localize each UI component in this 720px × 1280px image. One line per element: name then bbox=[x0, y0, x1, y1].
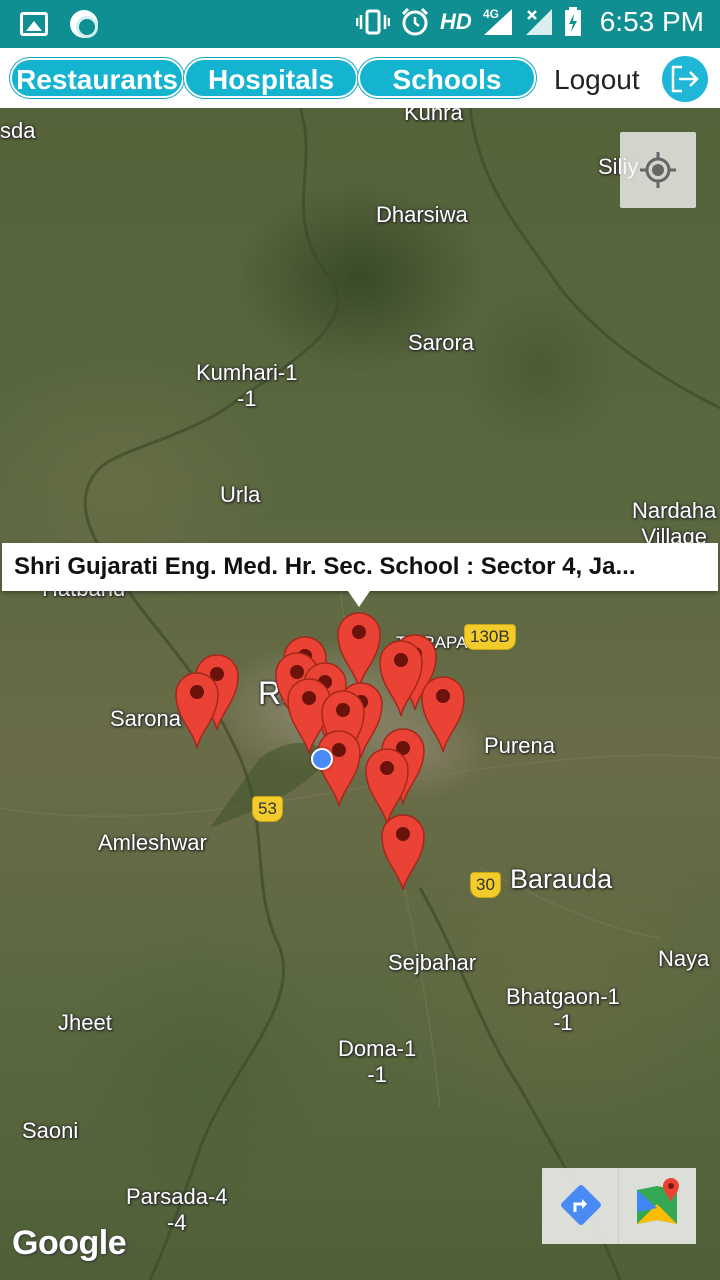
map-pin-icon[interactable] bbox=[420, 674, 466, 754]
road-shield: 30 bbox=[470, 872, 501, 898]
circle-app-icon bbox=[70, 10, 98, 38]
top-toolbar: Restaurants Hospitals Schools Logout bbox=[0, 48, 720, 108]
place-label: Bhatgaon-1 -1 bbox=[506, 984, 620, 1035]
map-pin-icon[interactable] bbox=[378, 638, 424, 718]
road-shield: 130B bbox=[464, 624, 516, 650]
map-pin-icon[interactable] bbox=[380, 812, 426, 892]
marker-info-window[interactable]: Shri Gujarati Eng. Med. Hr. Sec. School … bbox=[2, 543, 718, 591]
place-label: Amleshwar bbox=[98, 830, 207, 855]
tab-hospitals[interactable]: Hospitals bbox=[184, 58, 358, 98]
user-location-dot bbox=[311, 748, 333, 770]
tab-schools[interactable]: Schools bbox=[358, 58, 536, 98]
gallery-icon bbox=[20, 12, 48, 36]
my-location-button[interactable] bbox=[620, 132, 696, 208]
vibrate-icon bbox=[355, 9, 390, 35]
place-label: Kumhari-1 -1 bbox=[196, 360, 298, 411]
place-label: Parsada-4 -4 bbox=[126, 1184, 228, 1235]
map-toolbar bbox=[542, 1168, 696, 1244]
battery-charging-icon bbox=[564, 7, 581, 36]
place-label: Jheet bbox=[58, 1010, 112, 1035]
google-attribution-logo: Google bbox=[12, 1224, 127, 1262]
logout-label[interactable]: Logout bbox=[554, 64, 640, 96]
directions-icon bbox=[561, 1185, 601, 1225]
info-window-title: Shri Gujarati Eng. Med. Hr. Sec. School … bbox=[14, 553, 636, 580]
place-label: Baraudа bbox=[510, 864, 613, 894]
open-in-maps-button[interactable] bbox=[619, 1168, 696, 1244]
exit-icon bbox=[671, 65, 699, 93]
place-label: Sarora bbox=[408, 330, 475, 355]
place-label: Doma-1 -1 bbox=[338, 1036, 417, 1087]
google-maps-icon bbox=[637, 1178, 679, 1224]
clock: 6:53 PM bbox=[599, 6, 704, 37]
place-label: Purena bbox=[484, 733, 555, 758]
info-window-pointer bbox=[348, 591, 370, 607]
place-label: Sarona bbox=[110, 706, 181, 731]
alarm-icon bbox=[401, 7, 428, 36]
place-label: Urla bbox=[220, 482, 261, 507]
place-label: Kunra bbox=[404, 108, 463, 125]
place-label: Naya bbox=[658, 946, 710, 971]
status-bar: HD 4G 6:53 PM bbox=[0, 0, 720, 48]
signal-label: 4G bbox=[483, 7, 499, 21]
place-label: Sejbahar bbox=[388, 950, 477, 975]
network-type-label: HD bbox=[439, 9, 472, 34]
logout-button[interactable] bbox=[662, 56, 708, 102]
road-shield: 53 bbox=[252, 796, 283, 822]
directions-button[interactable] bbox=[542, 1168, 619, 1244]
map-view[interactable]: sda Kunra Siliy Dharsiwa Sarora Kumhari-… bbox=[0, 108, 720, 1280]
tab-restaurants[interactable]: Restaurants bbox=[10, 58, 184, 98]
place-label: sda bbox=[0, 118, 36, 143]
place-label: Dharsiwa bbox=[376, 202, 468, 227]
place-label: Saoni bbox=[22, 1118, 79, 1143]
signal-icon: 4G bbox=[483, 7, 512, 35]
crosshair-icon bbox=[640, 152, 676, 188]
no-signal-icon bbox=[525, 9, 552, 35]
map-pin-icon[interactable] bbox=[174, 670, 220, 750]
